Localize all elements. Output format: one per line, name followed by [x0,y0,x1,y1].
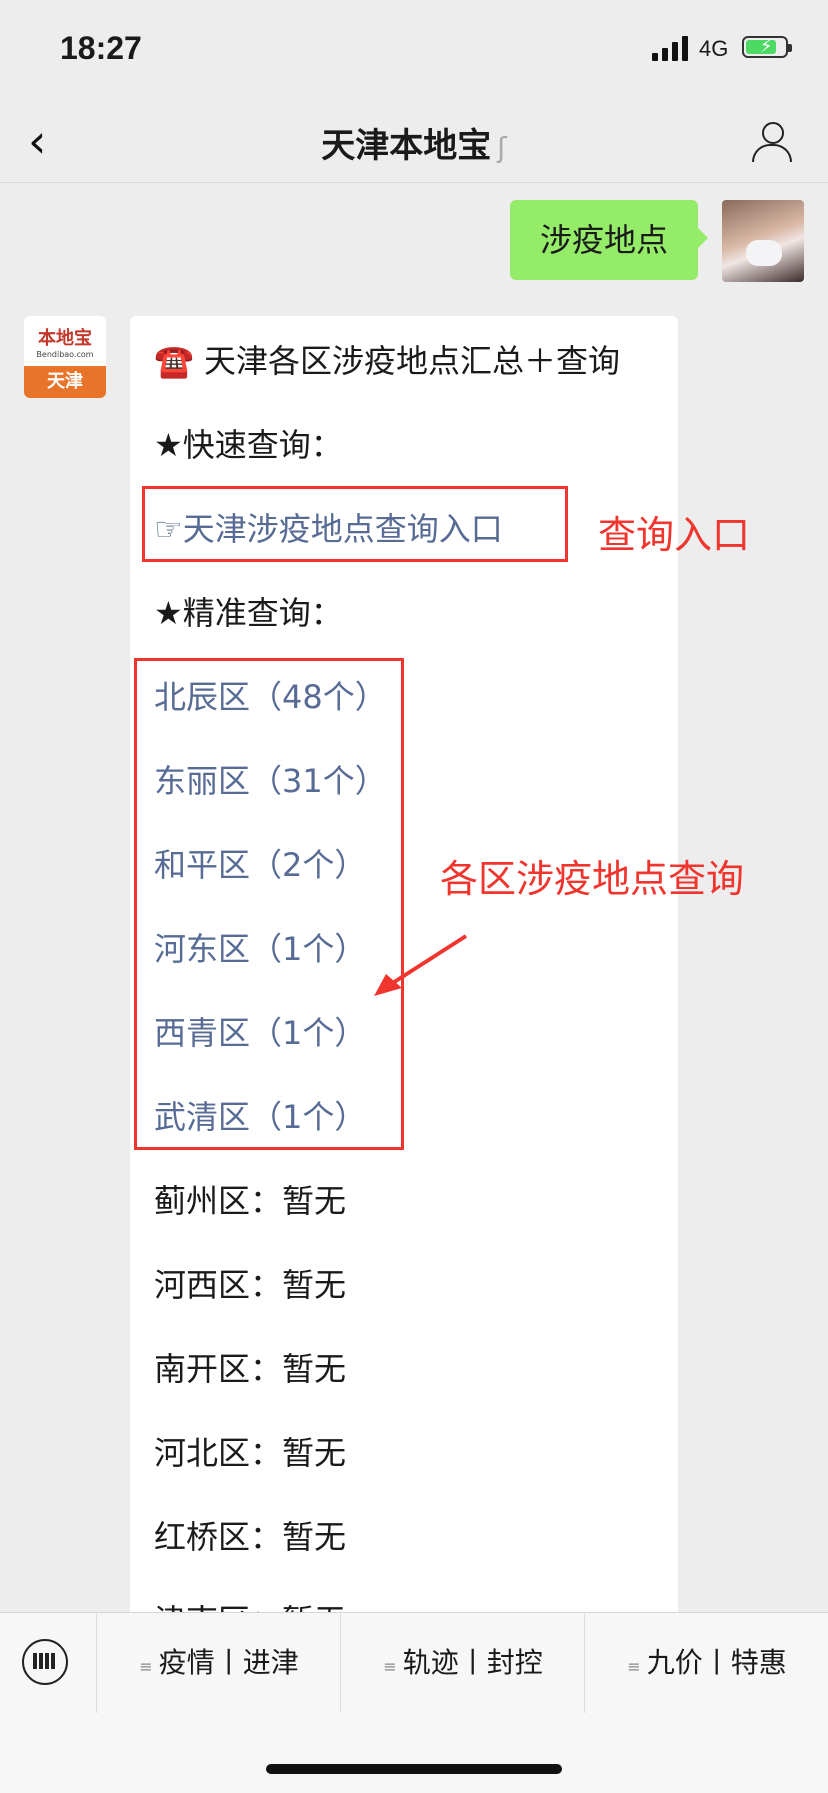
menu-item-label: 轨迹丨封控 [402,1646,543,1679]
status-bar: 18:27 4G ⚡ [0,0,828,100]
annotation-arrow-icon [374,934,468,996]
menu-item-label: 九价丨特惠 [646,1646,787,1679]
chat-title: 天津本地宝 ʃ [0,118,828,167]
chat-title-text: 天津本地宝 [321,126,492,166]
menu-item-vaccine[interactable]: ≡ 九价丨特惠 [584,1613,828,1713]
telephone-icon: ☎️ [154,342,194,380]
district-annotation: 各区涉疫地点查询 [440,857,745,901]
menu-list-icon: ≡ [383,1657,397,1676]
headline: ☎️ 天津各区涉疫地点汇总＋查询 [154,336,620,382]
menu-item-label: 疫情丨进津 [158,1646,299,1679]
my-message-bubble[interactable]: 涉疫地点 [510,200,708,280]
district-none-hongqiao: 红桥区：暂无 [154,1518,347,1556]
keyboard-icon[interactable] [22,1639,68,1685]
signal-icon [652,35,688,61]
quick-query-label: ★快速查询： [154,426,343,464]
battery-icon: ⚡ [742,36,792,58]
my-avatar[interactable] [722,200,804,282]
ear-icon: ʃ [497,131,507,164]
headline-text: 天津各区涉疫地点汇总＋查询 [204,342,621,380]
district-none-nankai: 南开区：暂无 [154,1350,347,1388]
network-type: 4G [699,36,729,61]
bot-avatar-brand: 本地宝 [38,328,92,349]
entry-annotation: 查询入口 [598,513,751,557]
district-none-hebei: 河北区：暂无 [154,1434,347,1472]
bot-avatar-domain: Bendibao.com [36,350,94,359]
menu-list-icon: ≡ [139,1657,153,1676]
profile-icon[interactable] [752,122,792,162]
district-highlight-box [134,658,404,1150]
menu-list-icon: ≡ [627,1657,641,1676]
status-time: 18:27 [60,30,142,66]
bot-avatar[interactable]: 本地宝 Bendibao.com 天津 [24,316,106,398]
district-none-hexi: 河西区：暂无 [154,1266,347,1304]
menu-item-tracking[interactable]: ≡ 轨迹丨封控 [340,1613,585,1713]
home-indicator[interactable] [266,1764,562,1774]
entry-highlight-box [142,486,568,562]
nav-bar: ‹ 天津本地宝 ʃ [0,100,828,183]
bot-avatar-city: 天津 [24,366,106,398]
menu-item-epidemic[interactable]: ≡ 疫情丨进津 [96,1613,341,1713]
district-none-jizhou: 蓟州区：暂无 [154,1182,347,1220]
precise-query-label: ★精准查询： [154,594,343,632]
